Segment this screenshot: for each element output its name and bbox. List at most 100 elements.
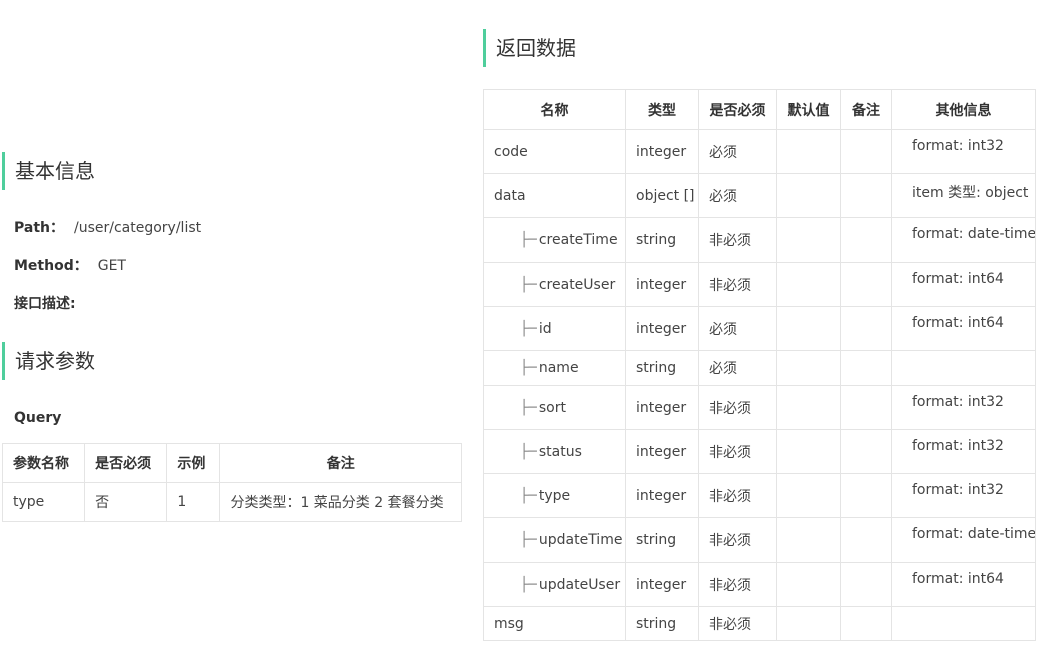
field-other: format: int32 xyxy=(891,473,1036,518)
field-name-text: status xyxy=(538,443,582,460)
field-required: 非必须 xyxy=(698,262,777,307)
field-other xyxy=(891,606,1036,641)
table-row: type 否 1 分类类型：1 菜品分类 2 套餐分类 xyxy=(1,482,462,522)
field-remark xyxy=(840,385,892,430)
basic-info-section-title: 基本信息 xyxy=(2,152,95,190)
field-name-text: sort xyxy=(538,399,566,416)
field-name: ├─ status xyxy=(483,429,626,474)
field-name-text: updateUser xyxy=(538,576,621,593)
field-remark xyxy=(840,129,892,174)
response-table-header-row: 名称 类型 是否必须 默认值 备注 其他信息 xyxy=(483,89,1036,130)
field-name: ├─ name xyxy=(483,350,626,386)
description-label: 接口描述: xyxy=(14,296,76,312)
tree-branch: ├─ xyxy=(520,576,537,593)
field-default xyxy=(776,385,841,430)
table-row: ├─ createTime string 非必须 format: date-tim… xyxy=(483,217,1036,263)
field-other: format: date-time xyxy=(891,217,1036,263)
field-required: 非必须 xyxy=(698,429,777,474)
table-row: ├─ updateTime string 非必须 format: date-tim… xyxy=(483,517,1036,563)
field-name: ├─ createUser xyxy=(483,262,626,307)
field-required: 非必须 xyxy=(698,217,777,263)
field-name: ├─ type xyxy=(483,473,626,518)
field-required: 必须 xyxy=(698,350,777,386)
field-remark xyxy=(840,429,892,474)
tree-branch: ├─ xyxy=(520,276,537,293)
col-header-required: 是否必须 xyxy=(698,89,777,130)
field-remark xyxy=(840,217,892,263)
field-other: format: date-time xyxy=(891,517,1036,563)
path-value: /user/category/list xyxy=(74,220,202,236)
field-name: ├─ createTime xyxy=(483,217,626,263)
field-type: object [] xyxy=(625,173,699,218)
field-type: integer xyxy=(625,562,699,607)
field-required: 非必须 xyxy=(698,473,777,518)
table-row: ├─ createUser integer 非必须 format: int64 xyxy=(483,262,1036,307)
field-other xyxy=(891,350,1036,386)
query-params-table: 参数名称 是否必须 示例 备注 type 否 1 分类类型：1 菜品分类 2 套… xyxy=(1,443,462,522)
tree-branch: ├─ xyxy=(520,487,537,504)
field-remark xyxy=(840,606,892,641)
field-other: format: int64 xyxy=(891,562,1036,607)
param-name: type xyxy=(1,482,86,522)
field-other: format: int32 xyxy=(891,129,1036,174)
field-default xyxy=(776,429,841,474)
tree-branch: ├─ xyxy=(520,532,537,548)
field-required: 必须 xyxy=(698,306,777,351)
response-table: 名称 类型 是否必须 默认值 备注 其他信息 code integer 必须 f… xyxy=(483,89,1036,641)
table-row: msg string 非必须 xyxy=(483,606,1036,641)
col-header-type: 类型 xyxy=(625,89,699,130)
field-type: string xyxy=(625,517,699,563)
field-default xyxy=(776,606,841,641)
field-name: data xyxy=(483,173,626,218)
field-remark xyxy=(840,306,892,351)
param-example: 1 xyxy=(166,482,221,522)
table-row: ├─ type integer 非必须 format: int32 xyxy=(483,473,1036,518)
col-header-remark: 备注 xyxy=(219,443,462,483)
field-type: string xyxy=(625,606,699,641)
param-required: 否 xyxy=(84,482,168,522)
field-required: 非必须 xyxy=(698,517,777,563)
field-remark xyxy=(840,562,892,607)
query-table-header-row: 参数名称 是否必须 示例 备注 xyxy=(1,443,462,483)
description-row: 接口描述: xyxy=(14,294,76,314)
field-type: integer xyxy=(625,473,699,518)
table-row: ├─ sort integer 非必须 format: int32 xyxy=(483,385,1036,430)
tree-branch: ├─ xyxy=(520,320,537,337)
field-name: code xyxy=(483,129,626,174)
field-default xyxy=(776,217,841,263)
field-remark xyxy=(840,262,892,307)
field-name: ├─ id xyxy=(483,306,626,351)
field-name-text: type xyxy=(538,487,571,504)
field-required: 非必须 xyxy=(698,562,777,607)
field-other: format: int32 xyxy=(891,385,1036,430)
field-type: integer xyxy=(625,262,699,307)
field-default xyxy=(776,262,841,307)
query-label: Query xyxy=(14,410,62,426)
tree-branch: ├─ xyxy=(520,399,537,416)
method-label: Method： xyxy=(14,258,88,274)
field-type: integer xyxy=(625,429,699,474)
field-name-text: id xyxy=(538,320,552,337)
field-default xyxy=(776,473,841,518)
tree-branch: ├─ xyxy=(520,232,537,248)
field-default xyxy=(776,350,841,386)
col-header-remark: 备注 xyxy=(840,89,892,130)
field-type: integer xyxy=(625,306,699,351)
table-row: code integer 必须 format: int32 xyxy=(483,129,1036,174)
field-default xyxy=(776,129,841,174)
path-label: Path： xyxy=(14,220,64,236)
response-section-title: 返回数据 xyxy=(483,29,576,67)
field-name: msg xyxy=(483,606,626,641)
method-row: Method： GET xyxy=(14,256,126,276)
field-name-text: updateTime xyxy=(538,532,623,548)
field-default xyxy=(776,173,841,218)
field-remark xyxy=(840,473,892,518)
field-other: format: int64 xyxy=(891,306,1036,351)
path-row: Path： /user/category/list xyxy=(14,218,201,238)
table-row: ├─ name string 必须 xyxy=(483,350,1036,386)
field-name-text: name xyxy=(538,360,579,376)
table-row: ├─ status integer 非必须 format: int32 xyxy=(483,429,1036,474)
field-type: string xyxy=(625,217,699,263)
table-row: ├─ updateUser integer 非必须 format: int64 xyxy=(483,562,1036,607)
table-row: data object [] 必须 item 类型: object xyxy=(483,173,1036,218)
